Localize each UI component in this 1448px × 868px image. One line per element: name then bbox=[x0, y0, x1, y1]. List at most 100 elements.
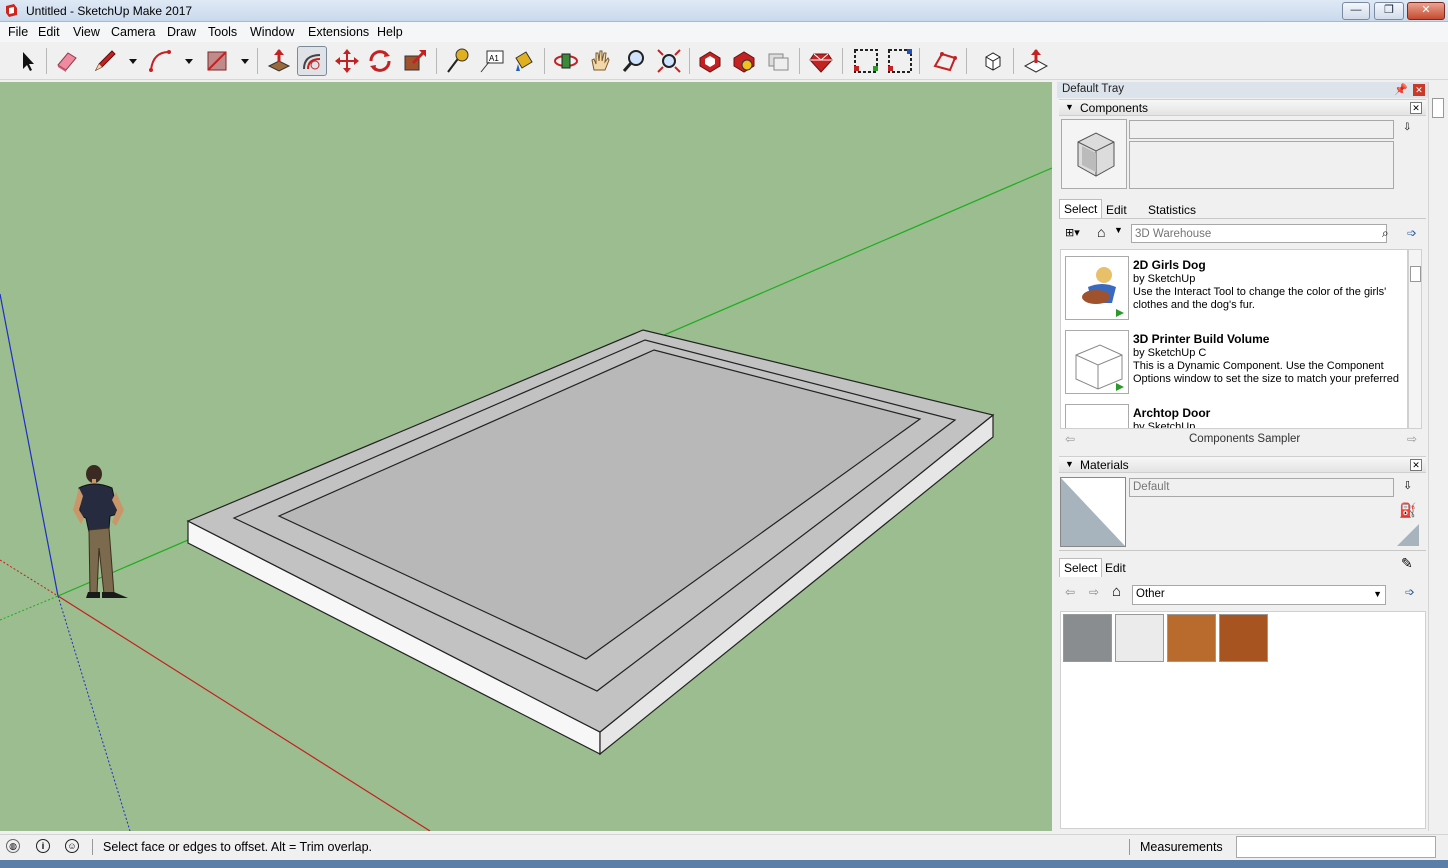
eraser-tool-icon[interactable] bbox=[52, 46, 82, 76]
y-axis-negative-line bbox=[0, 595, 59, 621]
paint-bucket-tool-icon[interactable] bbox=[508, 46, 538, 76]
component-tool-icon[interactable] bbox=[978, 46, 1008, 76]
title-bar: Untitled - SketchUp Make 2017 — ❐ ✕ bbox=[0, 0, 1448, 22]
restore-button[interactable]: ❐ bbox=[1374, 2, 1404, 20]
zoom-tool-icon[interactable] bbox=[619, 46, 649, 76]
tab-statistics[interactable]: Statistics bbox=[1148, 203, 1196, 217]
zoom-extents-tool-icon[interactable] bbox=[654, 46, 684, 76]
menu-file[interactable]: File bbox=[8, 25, 28, 39]
tape-measure-tool-icon[interactable] bbox=[442, 46, 472, 76]
tray-close-icon[interactable]: ✕ bbox=[1413, 84, 1425, 96]
home-icon[interactable]: ⌂ bbox=[1112, 583, 1121, 600]
scene-canvas[interactable] bbox=[0, 82, 1052, 831]
section-fill-icon[interactable] bbox=[885, 46, 915, 76]
scale-tool-icon[interactable] bbox=[400, 46, 430, 76]
material-library-select[interactable]: Other ▼ bbox=[1132, 585, 1386, 605]
tab-select[interactable]: Select bbox=[1059, 199, 1103, 218]
arc-dropdown-chevron-icon[interactable] bbox=[174, 46, 193, 76]
forward-arrow-icon[interactable]: ⇨ bbox=[1407, 432, 1417, 446]
collapse-triangle-icon[interactable]: ▼ bbox=[1065, 459, 1074, 469]
swatch-concrete[interactable] bbox=[1063, 614, 1112, 662]
components-panel-title: Components bbox=[1080, 101, 1149, 115]
default-material-swatch[interactable] bbox=[1397, 524, 1419, 546]
eyedropper-icon[interactable]: ✎ bbox=[1401, 555, 1413, 572]
navigation-dropdown-chevron-icon[interactable]: ▼ bbox=[1114, 225, 1123, 235]
model-viewport[interactable] bbox=[0, 82, 1052, 831]
push-pull-tool-icon[interactable] bbox=[264, 46, 294, 76]
3d-warehouse-icon[interactable] bbox=[695, 46, 725, 76]
select-tool-icon[interactable] bbox=[12, 46, 42, 76]
back-arrow-icon[interactable]: ⇦ bbox=[1065, 585, 1075, 599]
back-arrow-icon[interactable]: ⇦ bbox=[1065, 432, 1075, 446]
status-bar: ◍ i ☺ Select face or edges to offset. Al… bbox=[0, 834, 1448, 860]
close-button[interactable]: ✕ bbox=[1407, 2, 1445, 20]
search-icon[interactable]: ⌕ bbox=[1382, 226, 1398, 242]
collapse-triangle-icon[interactable]: ▼ bbox=[1065, 102, 1074, 112]
geolocation-icon[interactable]: ◍ bbox=[6, 839, 20, 853]
create-material-icon[interactable]: ⇩ bbox=[1403, 479, 1412, 492]
rotate-tool-icon[interactable] bbox=[365, 46, 395, 76]
pencil-tool-icon[interactable] bbox=[90, 46, 120, 76]
swatch-wood-dark[interactable] bbox=[1219, 614, 1268, 662]
component-name: 3D Printer Build Volume bbox=[1133, 332, 1270, 346]
details-arrow-icon[interactable]: ⇩ bbox=[1403, 122, 1417, 138]
layout-icon[interactable] bbox=[764, 46, 794, 76]
os-taskbar bbox=[0, 860, 1448, 868]
dropdown-chevron-icon[interactable]: ▼ bbox=[1373, 589, 1382, 599]
sandbox-tool-icon[interactable] bbox=[930, 46, 960, 76]
move-tool-icon[interactable] bbox=[332, 46, 362, 76]
list-item[interactable]: 3D Printer Build Volume by SketchUp C Th… bbox=[1063, 324, 1403, 394]
style-tool-icon[interactable] bbox=[1021, 46, 1051, 76]
extension-manager-icon[interactable] bbox=[806, 46, 836, 76]
section-plane-icon[interactable] bbox=[851, 46, 881, 76]
tab-edit[interactable]: Edit bbox=[1106, 203, 1127, 217]
menu-window[interactable]: Window bbox=[250, 25, 294, 39]
swatch-wood-light[interactable] bbox=[1167, 614, 1216, 662]
menu-edit[interactable]: Edit bbox=[38, 25, 60, 39]
measurements-input[interactable] bbox=[1236, 836, 1436, 858]
component-description-field[interactable] bbox=[1129, 141, 1394, 189]
user-account-icon[interactable]: ☺ bbox=[65, 839, 79, 853]
rectangle-tool-icon[interactable] bbox=[202, 46, 232, 76]
line-dropdown-chevron-icon[interactable] bbox=[118, 46, 137, 76]
details-menu-icon[interactable]: ➩ bbox=[1405, 585, 1415, 599]
pin-icon[interactable]: 📌 bbox=[1394, 83, 1408, 96]
list-item[interactable]: 2D Girls Dog by SketchUp Use the Interac… bbox=[1063, 250, 1403, 320]
menu-tools[interactable]: Tools bbox=[208, 25, 237, 39]
swatch-white-stucco[interactable] bbox=[1115, 614, 1164, 662]
offset-tool-icon[interactable] bbox=[297, 46, 327, 76]
menu-camera[interactable]: Camera bbox=[111, 25, 155, 39]
forward-arrow-icon[interactable]: ⇨ bbox=[1089, 585, 1099, 599]
tab-select[interactable]: Select bbox=[1059, 558, 1103, 577]
z-axis-negative-line bbox=[57, 595, 131, 831]
tab-edit[interactable]: Edit bbox=[1105, 561, 1126, 575]
x-axis-negative-line bbox=[0, 559, 59, 597]
menu-help[interactable]: Help bbox=[377, 25, 403, 39]
list-scrollbar[interactable] bbox=[1408, 249, 1422, 429]
list-item[interactable]: Archtop Door by SketchUp bbox=[1063, 398, 1403, 428]
pan-tool-icon[interactable] bbox=[585, 46, 615, 76]
arc-tool-icon[interactable] bbox=[145, 46, 175, 76]
paint-bucket-sample-icon[interactable]: ⛽ bbox=[1399, 502, 1416, 519]
materials-panel-header[interactable]: ▼ Materials ✕ bbox=[1059, 456, 1426, 473]
components-close-icon[interactable]: ✕ bbox=[1410, 102, 1422, 114]
shapes-dropdown-chevron-icon[interactable] bbox=[230, 46, 249, 76]
display-options-icon[interactable]: ⊞▾ bbox=[1065, 226, 1087, 242]
menu-draw[interactable]: Draw bbox=[167, 25, 196, 39]
material-name-field[interactable]: Default bbox=[1129, 478, 1394, 497]
measurements-label: Measurements bbox=[1140, 840, 1223, 854]
materials-close-icon[interactable]: ✕ bbox=[1410, 459, 1422, 471]
menu-view[interactable]: View bbox=[73, 25, 100, 39]
orbit-tool-icon[interactable] bbox=[551, 46, 581, 76]
text-tool-icon[interactable]: A1 bbox=[477, 46, 507, 76]
minimize-button[interactable]: — bbox=[1342, 2, 1370, 20]
home-icon[interactable]: ⌂ bbox=[1097, 224, 1113, 242]
component-search-input[interactable] bbox=[1131, 224, 1387, 243]
extension-warehouse-icon[interactable] bbox=[729, 46, 759, 76]
credits-icon[interactable]: i bbox=[36, 839, 50, 853]
tray-scrollbar[interactable] bbox=[1428, 82, 1448, 831]
components-panel-header[interactable]: ▼ Components ✕ bbox=[1059, 99, 1426, 116]
component-name-field[interactable] bbox=[1129, 120, 1394, 139]
menu-extensions[interactable]: Extensions bbox=[308, 25, 369, 39]
details-menu-icon[interactable]: ➩ bbox=[1407, 226, 1417, 240]
